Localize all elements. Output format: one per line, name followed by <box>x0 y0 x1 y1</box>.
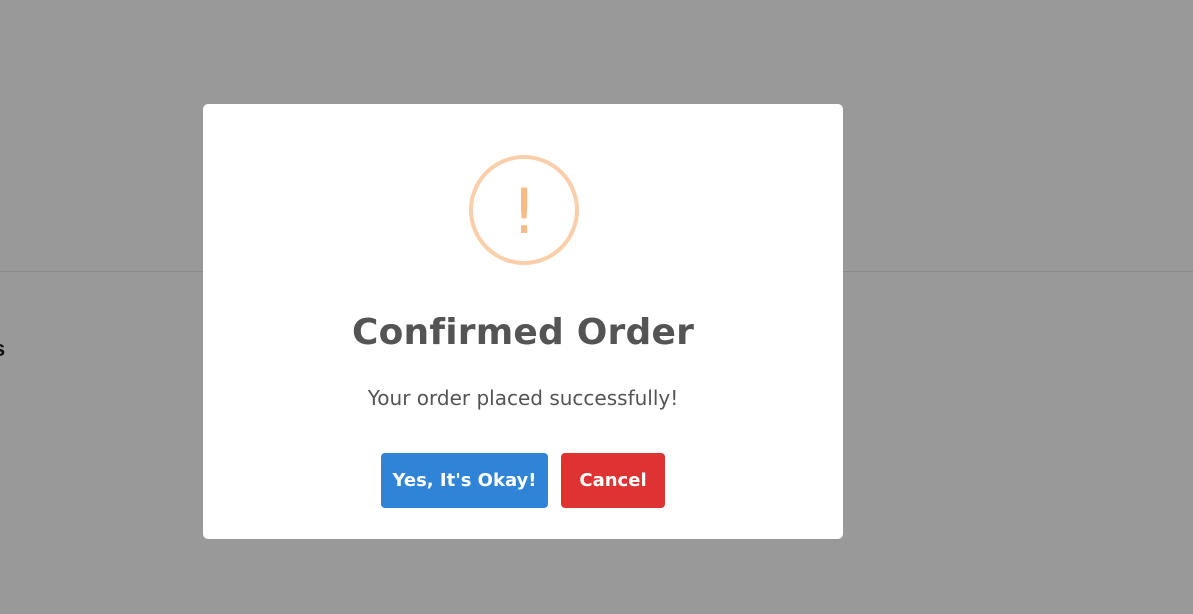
dialog-title: Confirmed Order <box>351 312 695 353</box>
warning-icon: ! <box>469 155 579 265</box>
background-partial-text: s <box>0 336 5 362</box>
cancel-button[interactable]: Cancel <box>561 453 665 508</box>
exclamation-mark: ! <box>511 175 537 248</box>
dialog-actions: Yes, It's Okay! Cancel <box>203 453 843 508</box>
confirmation-dialog: ! Confirmed Order Your order placed succ… <box>203 104 843 539</box>
page-overlay: s ! Confirmed Order Your order placed su… <box>0 0 1193 614</box>
dialog-message: Your order placed successfully! <box>367 386 679 410</box>
confirm-button[interactable]: Yes, It's Okay! <box>381 453 548 508</box>
